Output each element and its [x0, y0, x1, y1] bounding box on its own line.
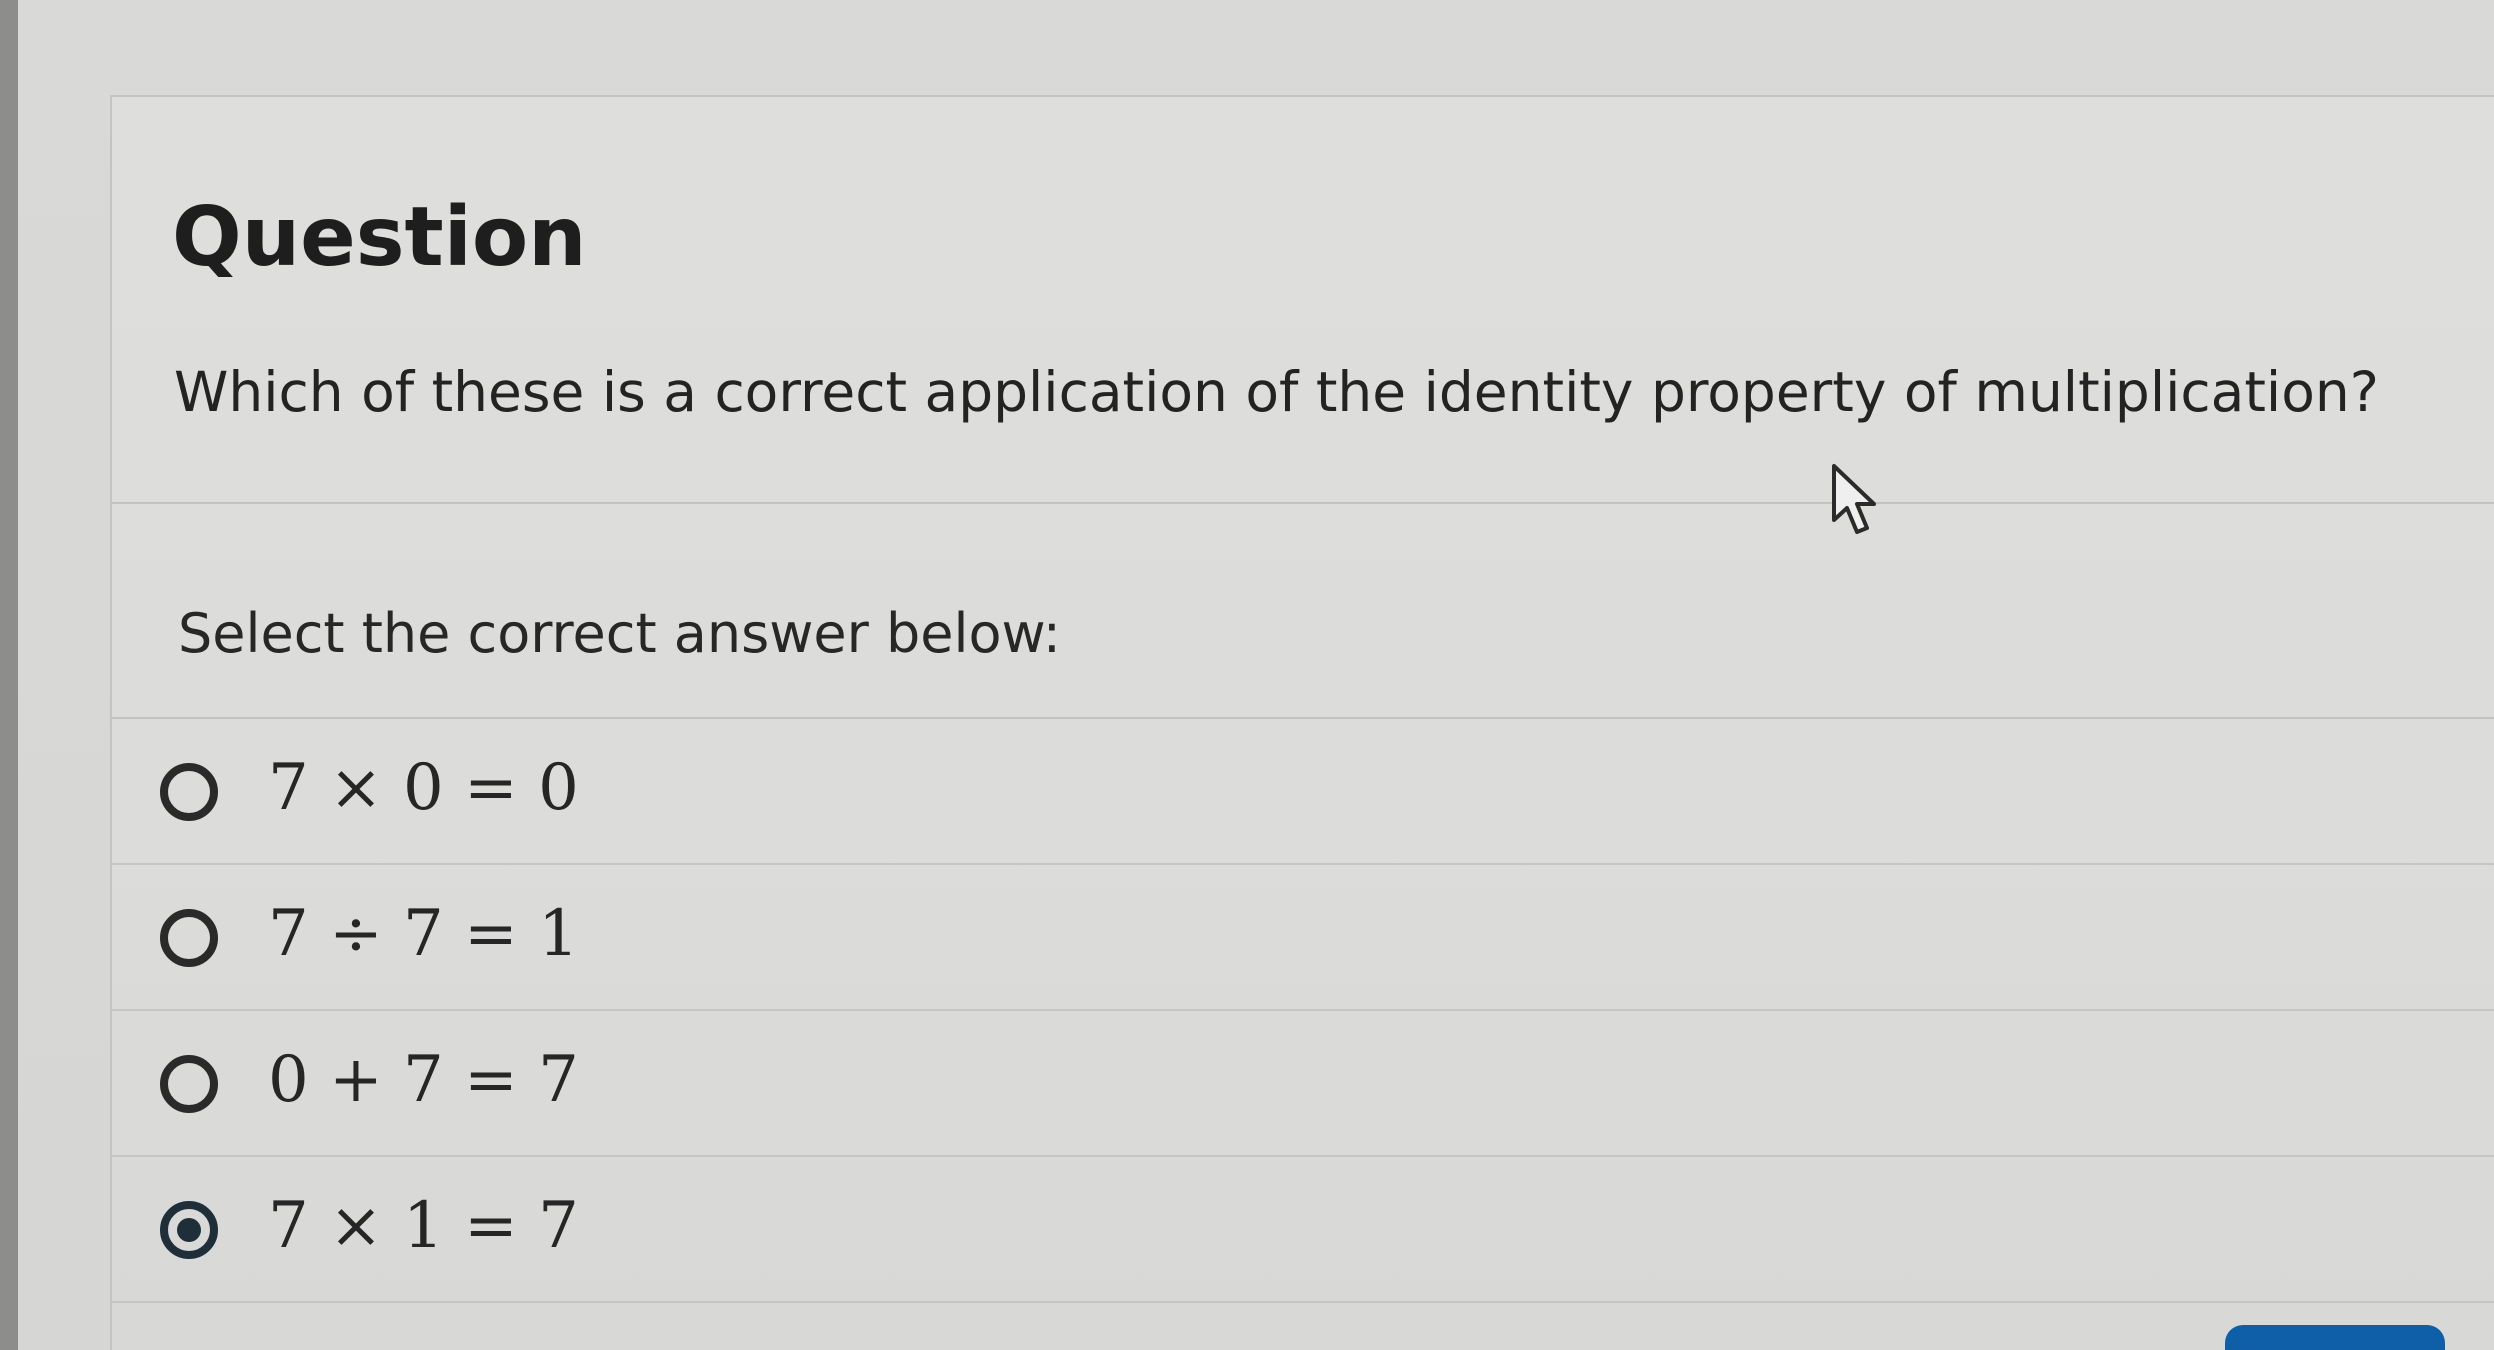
radio-button-icon[interactable] [160, 909, 218, 967]
answer-options: 7 × 0 = 0 7 ÷ 7 = 1 0 + 7 = 7 7 × 1 = 7 [112, 719, 2494, 1303]
answer-instruction: Select the correct answer below: [178, 602, 1061, 665]
radio-button-icon[interactable] [160, 1055, 218, 1113]
answer-option-2[interactable]: 7 ÷ 7 = 1 [112, 865, 2494, 1011]
answer-option-label: 7 ÷ 7 = 1 [268, 897, 579, 971]
question-heading: Question [172, 190, 587, 285]
answer-option-label: 7 × 0 = 0 [268, 751, 579, 825]
answer-option-4[interactable]: 7 × 1 = 7 [112, 1157, 2494, 1303]
radio-button-selected-icon[interactable] [160, 1201, 218, 1259]
submit-button[interactable] [2225, 1325, 2445, 1350]
arrow-cursor-icon [1832, 464, 1876, 534]
answer-option-3[interactable]: 0 + 7 = 7 [112, 1011, 2494, 1157]
radio-button-icon[interactable] [160, 763, 218, 821]
screen-bezel [0, 0, 18, 1350]
question-divider [112, 502, 2494, 504]
answer-option-1[interactable]: 7 × 0 = 0 [112, 719, 2494, 865]
question-prompt: Which of these is a correct application … [174, 360, 2379, 424]
answer-option-label: 0 + 7 = 7 [268, 1043, 579, 1117]
answer-option-label: 7 × 1 = 7 [268, 1189, 579, 1263]
question-card: Question Which of these is a correct app… [110, 95, 2494, 1350]
